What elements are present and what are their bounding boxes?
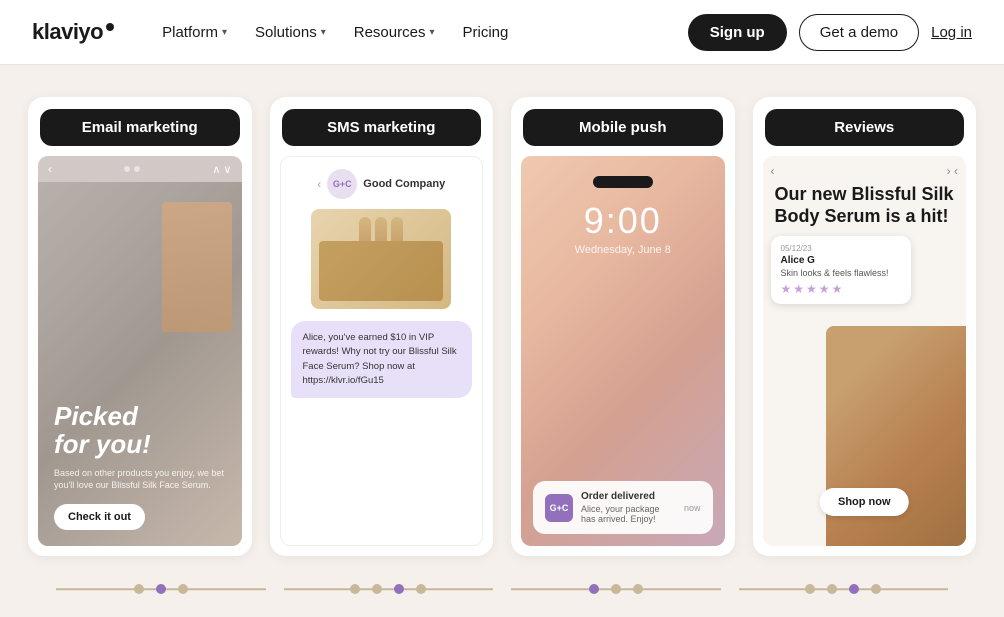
push-app-icon: G+C — [545, 494, 573, 522]
star-2: ★ — [793, 282, 804, 296]
timeline-dot — [178, 584, 188, 594]
star-1: ★ — [781, 282, 792, 296]
login-button[interactable]: Log in — [931, 24, 972, 41]
reviews-card-content: ‹ › ‹ Our new Blissful Silk Body Serum i… — [763, 156, 967, 546]
push-time-display: 9:00 — [533, 200, 713, 242]
company-avatar: G+C — [327, 169, 357, 199]
email-headline: Picked for you! — [54, 402, 226, 459]
timeline-dot — [350, 584, 360, 594]
back-arrow-icon[interactable]: ‹ — [317, 177, 321, 191]
chevron-down-icon: ▾ — [222, 27, 227, 38]
email-subtext: Based on other products you enjoy, we be… — [54, 467, 226, 492]
sms-card-header: SMS marketing — [282, 109, 482, 146]
main-nav: klaviyo Platform ▾ Solutions ▾ Resources… — [0, 0, 1004, 65]
email-card-header: Email marketing — [40, 109, 240, 146]
push-notification-banner: G+C Order delivered Alice, your package … — [533, 481, 713, 534]
reviews-card-header: Reviews — [765, 109, 965, 146]
box-inner — [319, 241, 443, 301]
left-arrow-icon[interactable]: ‹ — [48, 162, 52, 176]
push-notif-time: now — [684, 503, 701, 513]
nav-pricing[interactable]: Pricing — [462, 24, 508, 41]
nav-resources[interactable]: Resources ▾ — [354, 24, 435, 41]
nav-dot — [124, 166, 130, 172]
logo[interactable]: klaviyo — [32, 19, 114, 45]
email-chevrons: ∧ ∨ — [212, 163, 231, 176]
nav-dot — [134, 166, 140, 172]
reviews-right-arrows-icon[interactable]: › ‹ — [947, 164, 958, 178]
sms-phone-top: ‹ G+C Good Company — [317, 169, 445, 199]
email-image-area: Picked for you! Based on other products … — [38, 182, 242, 546]
signup-button[interactable]: Sign up — [688, 14, 787, 51]
star-3: ★ — [806, 282, 817, 296]
timeline-dot — [871, 584, 881, 594]
get-demo-button[interactable]: Get a demo — [799, 14, 919, 51]
reviews-card: Reviews ‹ › ‹ Our new Blissful Silk Body… — [753, 97, 977, 556]
timeline-dot-active — [394, 584, 404, 594]
push-status-bar — [533, 176, 713, 188]
review-popup-card: 05/12/23 Alice G Skin looks & feels flaw… — [771, 236, 911, 304]
timeline-dot-active — [589, 584, 599, 594]
timeline-dot — [416, 584, 426, 594]
reviews-left-arrow-icon[interactable]: ‹ — [771, 164, 775, 178]
timeline-track-1 — [56, 574, 266, 604]
star-4: ★ — [819, 282, 830, 296]
email-card-content: ‹ ∧ ∨ Picked for you! Based on other pro… — [38, 156, 242, 546]
push-date-display: Wednesday, June 8 — [533, 244, 713, 256]
timeline-dots-3 — [511, 584, 721, 594]
company-name: Good Company — [363, 178, 445, 190]
timeline-dot — [611, 584, 621, 594]
review-text: Skin looks & feels flawless! — [781, 268, 901, 278]
sms-message-bubble: Alice, you've earned $10 in VIP rewards!… — [291, 321, 473, 398]
timeline-dots-1 — [56, 584, 266, 594]
main-content: Email marketing ‹ ∧ ∨ Picked for you! — [0, 65, 1004, 604]
timeline-track-2 — [284, 574, 494, 604]
sms-marketing-card: SMS marketing ‹ G+C Good Company Alice, … — [270, 97, 494, 556]
timeline-dot — [827, 584, 837, 594]
nav-actions: Sign up Get a demo Log in — [688, 14, 972, 51]
mobile-push-card: Mobile push 9:00 Wednesday, June 8 G+C O… — [511, 97, 735, 556]
push-notif-title: Order delivered — [581, 491, 676, 502]
timeline-dot — [805, 584, 815, 594]
star-rating: ★ ★ ★ ★ ★ — [781, 282, 901, 296]
nav-platform[interactable]: Platform ▾ — [162, 24, 227, 41]
logo-dot — [106, 23, 114, 31]
timeline-dot-active — [156, 584, 166, 594]
push-notif-body: Alice, your package has arrived. Enjoy! — [581, 504, 676, 524]
chevron-down-icon: ▾ — [429, 27, 434, 38]
cards-row: Email marketing ‹ ∧ ∨ Picked for you! — [28, 97, 976, 556]
push-card-header: Mobile push — [523, 109, 723, 146]
reviewer-name: Alice G — [781, 255, 901, 266]
star-5: ★ — [832, 282, 843, 296]
timeline-track-3 — [511, 574, 721, 604]
timeline-dot — [633, 584, 643, 594]
sms-card-content: ‹ G+C Good Company Alice, you've earned … — [280, 156, 484, 546]
chevron-down-icon: ▾ — [321, 27, 326, 38]
review-date: 05/12/23 — [781, 244, 901, 253]
timeline-track-4 — [739, 574, 949, 604]
timeline-dot — [134, 584, 144, 594]
push-notif-text: Order delivered Alice, your package has … — [581, 491, 676, 524]
product-image — [162, 202, 232, 332]
shop-now-button[interactable]: Shop now — [820, 488, 909, 516]
timeline-dots-4 — [739, 584, 949, 594]
push-card-content: 9:00 Wednesday, June 8 G+C Order deliver… — [521, 156, 725, 546]
email-cta-button[interactable]: Check it out — [54, 504, 145, 530]
nav-links: Platform ▾ Solutions ▾ Resources ▾ Prici… — [162, 24, 688, 41]
timeline-dots-2 — [284, 584, 494, 594]
nav-solutions[interactable]: Solutions ▾ — [255, 24, 326, 41]
timeline-dot — [372, 584, 382, 594]
email-marketing-card: Email marketing ‹ ∧ ∨ Picked for you! — [28, 97, 252, 556]
reviews-top-nav: ‹ › ‹ — [771, 164, 959, 178]
timeline-section — [28, 574, 976, 604]
email-nav-dots — [124, 166, 140, 172]
timeline-dot-active — [849, 584, 859, 594]
email-top-bar: ‹ ∧ ∨ — [38, 156, 242, 182]
sms-product-image — [311, 209, 451, 309]
phone-notch — [593, 176, 653, 188]
